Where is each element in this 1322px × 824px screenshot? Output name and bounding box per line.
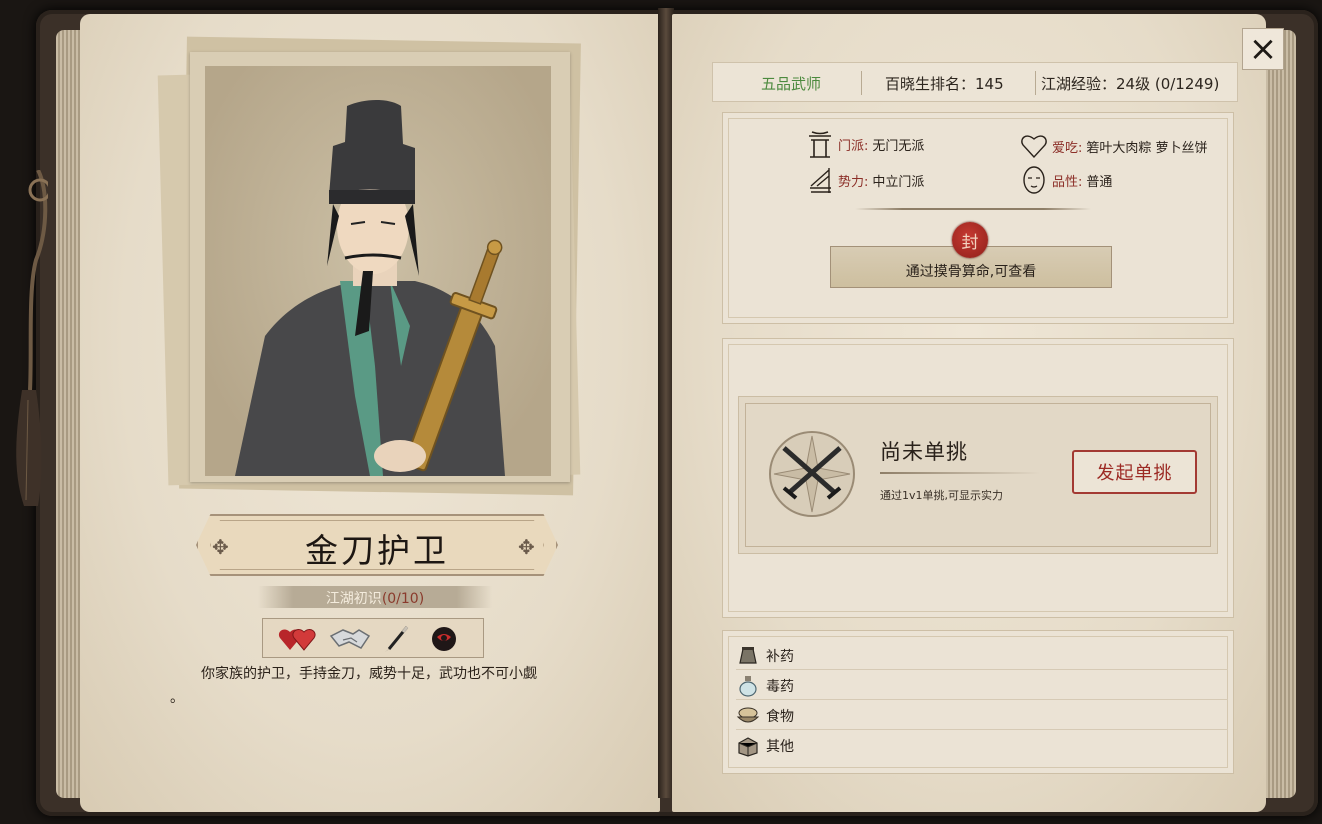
duel-subtitle: 通过1v1单挑,可显示实力 [880, 489, 1004, 502]
heart-outline-icon [1020, 132, 1048, 160]
sect-key: 门派: [838, 138, 869, 154]
wax-seal-icon: 封 [952, 222, 988, 258]
character-name: 金刀护卫 [305, 531, 449, 570]
crossed-swords-icon [769, 431, 855, 517]
character-value: 普通 [1086, 174, 1113, 190]
attr-character: 品性: 普通 [1020, 166, 1112, 194]
faction-key: 势力: [838, 174, 869, 190]
character-portrait [205, 66, 551, 476]
faction-value: 中立门派 [872, 174, 925, 190]
flag-icon [806, 166, 834, 194]
relation-count: (0/10) [381, 591, 425, 607]
duel-title: 尚未单挑 [880, 440, 968, 464]
description-line: 你家族的护卫，手持金刀，威势十足，武功也不可小觑 [201, 666, 537, 682]
description-line: 。 [170, 690, 184, 706]
likes-value: 箬叶大肉粽 萝卜丝饼 [1086, 140, 1208, 156]
close-icon: × [1248, 29, 1278, 69]
inventory-label: 补药 [766, 648, 794, 665]
inventory-item-poison[interactable]: 毒药 [736, 672, 1228, 700]
divider [880, 472, 1040, 474]
misc-box-icon [736, 734, 760, 758]
character-key: 品性: [1052, 174, 1083, 190]
divider [855, 208, 1091, 210]
inventory-label: 其他 [766, 739, 794, 755]
inventory-item-tonic[interactable]: 补药 [736, 642, 1228, 670]
experience-label: 江湖经验：24级 (0/1249) [1041, 75, 1220, 93]
start-duel-button[interactable]: 发起单挑 [1072, 450, 1197, 494]
status-bar: 五品武师 百晓生排名：145 江湖经验：24级 (0/1249) [712, 62, 1238, 102]
relation-status: 江湖初识(0/10) [258, 588, 492, 608]
medicine-pouch-icon [736, 644, 760, 668]
attr-likes: 爱吃: 箬叶大肉粽 萝卜丝饼 [1020, 132, 1208, 160]
sect-value: 无门无派 [872, 138, 925, 154]
tassel-bookmark-icon [16, 170, 48, 506]
right-page-edges [1262, 30, 1296, 798]
gate-icon [806, 130, 834, 158]
face-icon [1020, 166, 1048, 194]
divider [1035, 71, 1036, 95]
poison-bottle-icon [736, 674, 760, 698]
sealed-hint: 通过摸骨算命,可查看 [905, 264, 1037, 280]
trait-bar [262, 618, 484, 658]
food-bowl-icon [736, 704, 760, 728]
inventory-item-other[interactable]: 其他 [736, 732, 1228, 760]
inventory-label: 毒药 [766, 678, 794, 695]
double-heart-icon[interactable] [277, 625, 319, 653]
martial-rank: 五品武师 [761, 75, 822, 93]
red-mask-icon[interactable] [423, 625, 465, 653]
brush-pen-icon[interactable] [377, 625, 419, 653]
attr-faction: 势力: 中立门派 [806, 166, 924, 194]
relation-label: 江湖初识 [325, 591, 382, 607]
likes-key: 爱吃: [1052, 140, 1083, 156]
ranking-label: 百晓生排名：145 [885, 75, 1004, 93]
divider [861, 71, 862, 95]
attr-sect: 门派: 无门无派 [806, 130, 924, 158]
character-description: 你家族的护卫，手持金刀，威势十足，武功也不可小觑 。 [170, 662, 610, 710]
close-button[interactable]: × [1242, 28, 1284, 70]
handshake-icon[interactable] [329, 625, 371, 653]
inventory-label: 食物 [766, 708, 794, 725]
inventory-item-food[interactable]: 食物 [736, 702, 1228, 730]
